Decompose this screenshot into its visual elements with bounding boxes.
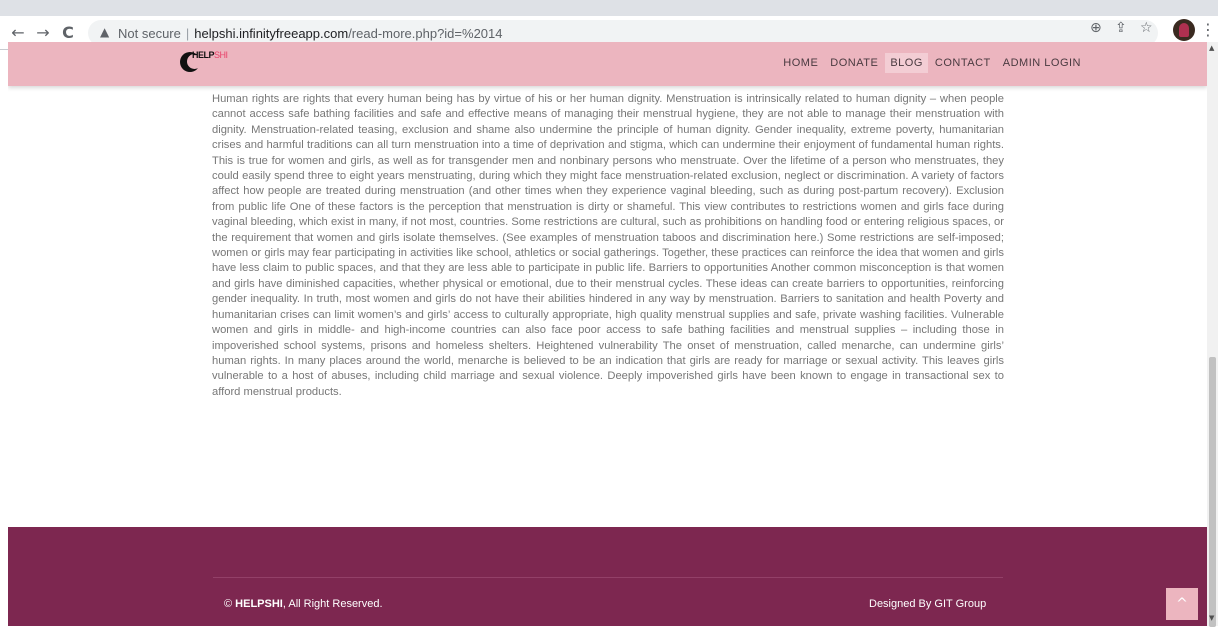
share-icon[interactable]: ⇪ [1115,20,1127,36]
page-scrollbar[interactable]: ▲ ▼ [1207,42,1218,627]
nav-home[interactable]: HOME [778,53,823,73]
nav-blog[interactable]: BLOG [885,53,928,73]
bookmark-star-icon[interactable]: ☆ [1140,20,1153,36]
url-host: helpshi.infinityfreeapp.com [194,26,349,41]
security-label: Not secure [118,26,181,41]
designed-by-text: Designed By GIT Group [869,598,987,610]
scroll-down-arrow-icon[interactable]: ▼ [1209,614,1214,622]
scroll-thumb[interactable] [1209,357,1216,627]
nav-contact[interactable]: CONTACT [930,53,996,73]
scroll-up-arrow-icon[interactable]: ▲ [1209,44,1214,52]
browser-chrome: ← → C ▲ Not secure | helpshi.infinityfreea… [0,0,1218,50]
back-arrow-icon[interactable]: ← [8,23,28,43]
url-path: /read-more.php?id=%2014 [348,26,503,41]
profile-avatar[interactable] [1173,19,1195,41]
nav-donate[interactable]: DONATE [825,53,883,73]
site-logo[interactable]: HELPSHI [180,50,240,76]
forward-arrow-icon[interactable]: → [33,23,53,43]
warning-triangle-icon: ▲ [100,25,110,39]
article-body: Human rights are rights that every human… [212,93,1004,398]
nav-admin-login[interactable]: ADMIN LOGIN [998,53,1086,73]
url-text[interactable]: Not secure | helpshi.infinityfreeapp.com/r… [118,26,503,41]
copyright-text: © HELPSHI, All Right Reserved. [224,598,383,610]
logo-text: HELPSHI [192,50,228,60]
page-viewport: HELPSHI HOME DONATE BLOG CONTACT ADMIN L… [8,42,1207,626]
browser-menu-icon[interactable]: ⋮ [1200,20,1216,39]
footer-divider [213,577,1003,578]
zoom-icon[interactable]: ⊕ [1090,20,1102,36]
chevron-up-icon: ^ [1176,596,1188,612]
footer-brand-link[interactable]: HELPSHI [235,598,283,610]
site-footer: © HELPSHI, All Right Reserved. Designed … [8,527,1207,626]
site-header: HELPSHI HOME DONATE BLOG CONTACT ADMIN L… [8,42,1207,86]
reload-icon[interactable]: C [58,23,78,43]
back-to-top-button[interactable]: ^ [1166,588,1198,620]
main-nav: HOME DONATE BLOG CONTACT ADMIN LOGIN [776,53,1086,73]
